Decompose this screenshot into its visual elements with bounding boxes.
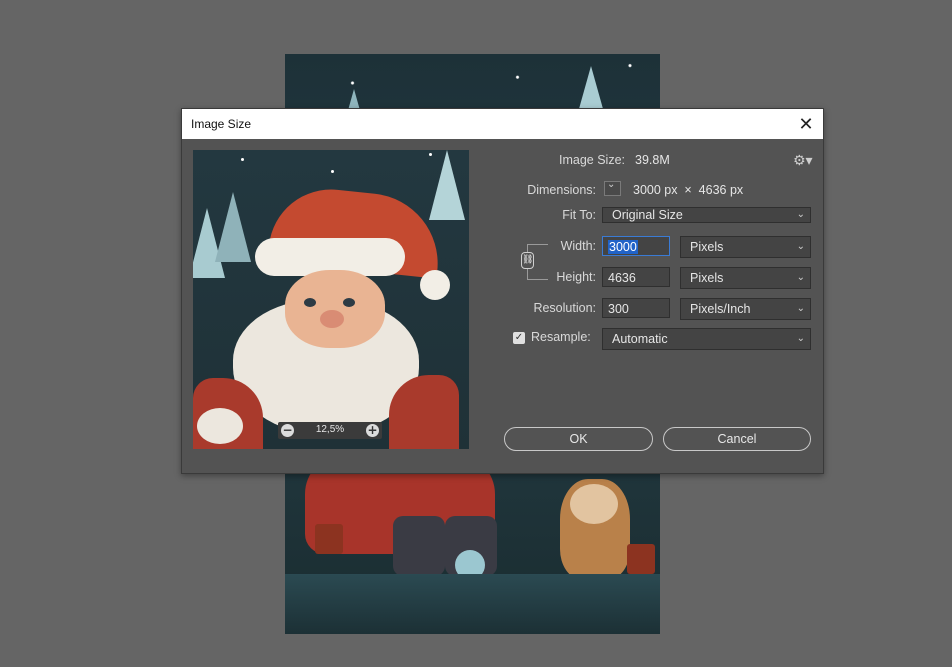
fit-to-value: Original Size xyxy=(612,208,683,222)
image-size-label: Image Size: xyxy=(558,153,625,167)
height-label: Height: xyxy=(556,270,596,284)
resample-dropdown[interactable]: Automatic ⌄ xyxy=(602,328,811,350)
chevron-down-icon: ⌄ xyxy=(796,209,805,220)
canvas-foliage xyxy=(285,574,660,634)
chevron-down-icon: ⌄ xyxy=(796,303,805,314)
height-unit-value: Pixels xyxy=(690,271,724,285)
preview-eye xyxy=(304,298,316,307)
fit-to-dropdown[interactable]: Original Size ⌄ xyxy=(602,207,811,223)
height-unit-dropdown[interactable]: Pixels ⌄ xyxy=(680,267,811,289)
preview-glove xyxy=(197,408,243,444)
chevron-down-icon: ⌄ xyxy=(607,179,616,190)
preview-pompom xyxy=(420,270,450,300)
preview-star xyxy=(241,158,244,161)
fit-to-label: Fit To: xyxy=(562,208,596,222)
dimensions-label: Dimensions: xyxy=(527,183,596,197)
canvas-santa-boot xyxy=(393,516,445,576)
canvas-gift xyxy=(627,544,655,574)
resolution-unit-dropdown[interactable]: Pixels/Inch ⌄ xyxy=(680,298,811,320)
image-preview[interactable]: − 12,5% + xyxy=(193,150,469,449)
resample-value: Automatic xyxy=(612,332,668,346)
width-input[interactable]: 3000 xyxy=(602,236,670,256)
resolution-label: Resolution: xyxy=(533,301,596,315)
gear-icon[interactable]: ⚙▾ xyxy=(793,153,813,169)
zoom-control: − 12,5% + xyxy=(278,422,382,439)
resolution-unit-value: Pixels/Inch xyxy=(690,302,751,316)
height-input[interactable]: 4636 xyxy=(602,267,670,287)
ok-button[interactable]: OK xyxy=(504,427,653,451)
resample-label: Resample: xyxy=(531,330,591,344)
preview-tree xyxy=(429,150,465,220)
width-unit-dropdown[interactable]: Pixels ⌄ xyxy=(680,236,811,258)
resample-checkbox[interactable]: ✓ xyxy=(513,332,525,344)
chevron-down-icon: ⌄ xyxy=(796,241,805,252)
dimensions-value: 3000 px × 4636 px xyxy=(633,183,744,197)
chevron-down-icon: ⌄ xyxy=(796,333,805,344)
preview-star xyxy=(331,170,334,173)
cancel-button[interactable]: Cancel xyxy=(663,427,811,451)
preview-santa-face xyxy=(285,270,385,348)
chevron-down-icon: ⌄ xyxy=(796,272,805,283)
height-value: 4636 xyxy=(608,271,636,285)
image-size-value: 39.8M xyxy=(635,153,670,167)
chain-link-icon[interactable]: ⛓ xyxy=(521,252,534,269)
preview-nose xyxy=(320,310,344,328)
resolution-input[interactable]: 300 xyxy=(602,298,670,318)
preview-star xyxy=(429,153,432,156)
preview-eye xyxy=(343,298,355,307)
close-icon[interactable]: ✕ xyxy=(795,113,817,135)
dialog-titlebar[interactable]: Image Size ✕ xyxy=(182,109,823,139)
image-size-dialog: Image Size ✕ − 12,5% + Image Size: 39.8M… xyxy=(181,108,824,474)
canvas-gift xyxy=(315,524,343,554)
width-unit-value: Pixels xyxy=(690,240,724,254)
resolution-value: 300 xyxy=(608,302,629,316)
dimensions-units-toggle[interactable]: ⌄ xyxy=(604,179,621,196)
zoom-in-icon[interactable]: + xyxy=(366,424,379,437)
canvas-reindeer-face xyxy=(570,484,618,524)
preview-coat xyxy=(389,375,459,449)
dialog-title: Image Size xyxy=(191,117,252,131)
width-value: 3000 xyxy=(608,240,638,254)
preview-tree xyxy=(215,192,251,262)
